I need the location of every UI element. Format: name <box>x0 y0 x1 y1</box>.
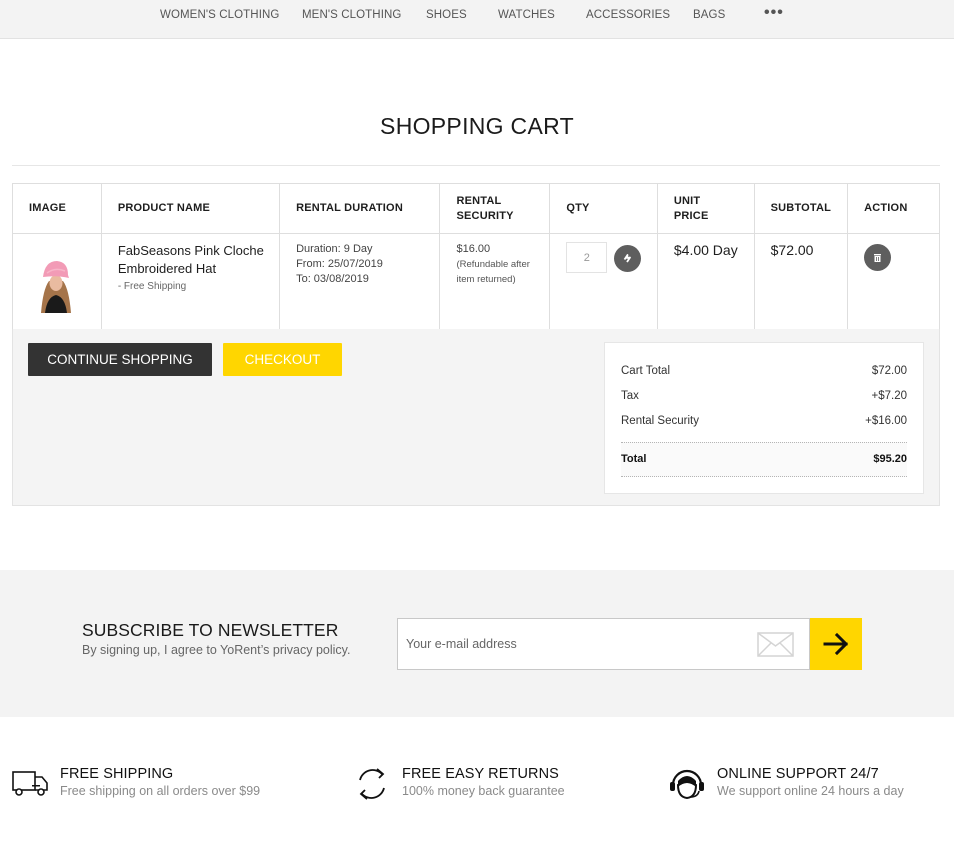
newsletter-section: SUBSCRIBE TO NEWSLETTER By signing up, I… <box>0 570 954 717</box>
header-qty: QTY <box>549 183 658 234</box>
newsletter-email-input[interactable]: Your e-mail address <box>397 618 810 670</box>
header-subtotal: SUBTOTAL <box>753 183 849 234</box>
feature-title: FREE EASY RETURNS <box>402 766 559 782</box>
cell-rental-duration: Duration: 9 Day From: 25/07/2019 To: 03/… <box>279 233 441 331</box>
feature-subtitle: We support online 24 hours a day <box>717 784 904 798</box>
page-title: SHOPPING CART <box>380 113 574 139</box>
nav-item-shoes[interactable]: SHOES <box>426 9 467 21</box>
header-rental-security: RENTAL SECURITY <box>439 183 551 234</box>
rental-duration-days: Duration: 9 Day <box>296 243 373 255</box>
newsletter-title: SUBSCRIBE TO NEWSLETTER <box>82 620 339 640</box>
product-thumbnail-pink-hat <box>33 253 79 313</box>
nav-item-watches[interactable]: WATCHES <box>498 9 555 21</box>
headset-icon <box>670 769 704 800</box>
truck-icon <box>12 771 48 796</box>
cart-actions-panel: CONTINUE SHOPPING CHECKOUT Cart Total $7… <box>12 329 940 506</box>
header-unit-price: UNIT PRICE <box>656 183 755 234</box>
grand-total-label: Total <box>621 453 647 465</box>
feature-title: FREE SHIPPING <box>60 766 174 782</box>
nav-item-womens-clothing[interactable]: WOMEN'S CLOTHING <box>160 9 279 21</box>
more-menu-icon[interactable]: ••• <box>764 4 784 22</box>
remove-item-button[interactable] <box>864 244 892 271</box>
cart-totals-box: Cart Total $72.00 Tax +$7.20 Rental Secu… <box>604 342 924 494</box>
feature-subtitle: Free shipping on all orders over $99 <box>60 784 261 798</box>
header-rental-security-line1: RENTAL <box>456 194 502 207</box>
rental-to-date: To: 03/08/2019 <box>296 273 369 285</box>
nav-item-mens-clothing[interactable]: MEN'S CLOTHING <box>302 9 401 21</box>
quantity-input[interactable] <box>566 242 608 273</box>
cell-product-name: FabSeasons Pink Cloche Embroidered Hat -… <box>100 233 281 331</box>
tax-label: Tax <box>621 390 639 402</box>
totals-row-grand-total: Total $95.20 <box>621 442 907 477</box>
totals-row-tax: Tax +$7.20 <box>621 389 907 414</box>
feature-free-shipping: FREE SHIPPING Free shipping on all order… <box>60 766 260 798</box>
item-subtotal: $72.00 <box>770 242 814 258</box>
product-thumbnail[interactable] <box>33 253 79 313</box>
security-amount: $16.00 <box>456 243 491 255</box>
tax-value: +$7.20 <box>871 390 908 402</box>
security-label: Rental Security <box>621 415 699 427</box>
title-divider <box>12 165 940 166</box>
top-navigation: WOMEN'S CLOTHING MEN'S CLOTHING SHOES WA… <box>0 0 954 39</box>
refresh-icon <box>359 768 385 800</box>
nav-item-bags[interactable]: BAGS <box>693 9 725 21</box>
totals-row-security: Rental Security +$16.00 <box>621 414 907 439</box>
checkout-button[interactable]: CHECKOUT <box>223 343 342 376</box>
header-image: IMAGE <box>12 183 102 234</box>
cell-image <box>12 233 102 331</box>
header-action: ACTION <box>847 183 940 234</box>
shipping-note: - Free Shipping <box>117 281 187 292</box>
cart-row: FabSeasons Pink Cloche Embroidered Hat -… <box>12 233 940 331</box>
feature-online-support: ONLINE SUPPORT 24/7 We support online 24… <box>717 766 904 798</box>
cart-total-value: $72.00 <box>871 365 907 377</box>
cart-table: IMAGE PRODUCT NAME RENTAL DURATION RENTA… <box>12 183 940 331</box>
header-rental-duration: RENTAL DURATION <box>279 183 441 234</box>
feature-title: ONLINE SUPPORT 24/7 <box>717 766 879 782</box>
feature-subtitle: 100% money back guarantee <box>402 784 565 798</box>
rental-from-date: From: 25/07/2019 <box>296 258 383 270</box>
trash-icon <box>874 254 882 262</box>
continue-shopping-button[interactable]: CONTINUE SHOPPING <box>28 343 212 376</box>
arrow-right-icon <box>823 632 849 656</box>
product-name-link[interactable]: FabSeasons Pink Cloche Embroidered Hat <box>102 242 279 278</box>
unit-price: $4.00 Day <box>673 242 738 258</box>
security-note: (Refundable after item returned) <box>456 259 530 285</box>
feature-free-returns: FREE EASY RETURNS 100% money back guaran… <box>402 766 565 798</box>
security-value: +$16.00 <box>865 415 907 427</box>
cell-rental-security: $16.00 (Refundable after item returned) <box>439 233 551 331</box>
cell-action <box>847 233 940 331</box>
refresh-icon <box>623 254 631 263</box>
mail-icon <box>757 632 794 657</box>
nav-item-accessories[interactable]: ACCESSORIES <box>586 9 670 21</box>
newsletter-submit-button[interactable] <box>810 618 862 670</box>
update-quantity-button[interactable] <box>613 245 641 272</box>
header-product-name: PRODUCT NAME <box>100 183 281 234</box>
cart-table-header: IMAGE PRODUCT NAME RENTAL DURATION RENTA… <box>12 183 940 234</box>
cell-qty <box>549 233 658 331</box>
header-rental-security-line2: SECURITY <box>456 209 514 222</box>
newsletter-subtitle: By signing up, I agree to YoRent’s priva… <box>82 643 351 657</box>
cell-subtotal: $72.00 <box>753 233 849 331</box>
grand-total-value: $95.20 <box>873 453 907 465</box>
cell-unit-price: $4.00 Day <box>656 233 755 331</box>
cart-total-label: Cart Total <box>621 365 671 377</box>
totals-row-cart-total: Cart Total $72.00 <box>621 364 907 389</box>
